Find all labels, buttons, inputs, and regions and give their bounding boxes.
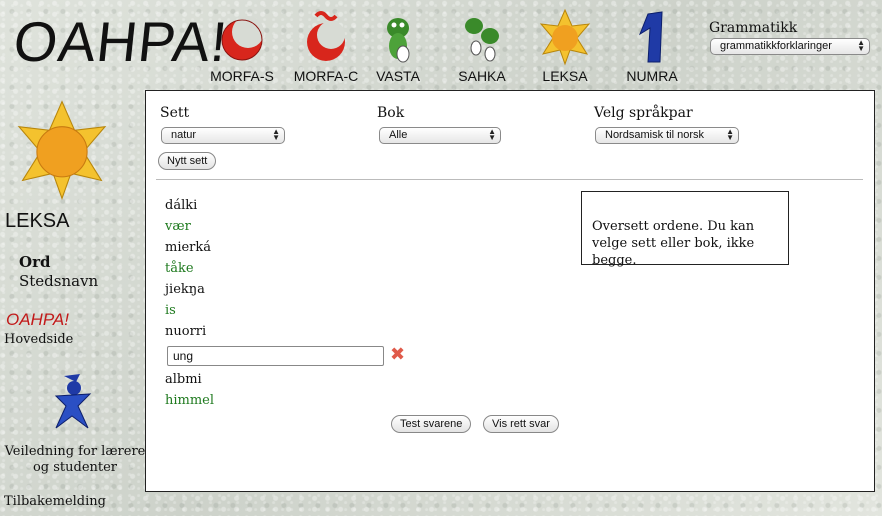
nav-morfa-s[interactable]: MORFA-S: [202, 8, 282, 84]
nav-label: SAHKA: [458, 68, 506, 84]
guide-figure-icon[interactable]: [50, 372, 96, 434]
nav-numra[interactable]: NUMRA: [612, 8, 692, 84]
sun-icon: [539, 8, 591, 66]
bok-select[interactable]: Alle ▲ ▼: [379, 127, 501, 144]
bok-label: Bok: [377, 105, 405, 121]
wrong-answer-icon: ✖: [390, 344, 406, 365]
leksa-sun-icon: [17, 100, 107, 201]
divider: [156, 179, 863, 180]
question-word: jiekŋa: [165, 282, 205, 297]
blue-numeral-icon: [638, 11, 663, 63]
sett-select[interactable]: natur ▲ ▼: [161, 127, 285, 144]
sett-label: Sett: [160, 105, 190, 121]
nav-label: VASTA: [376, 68, 420, 84]
question-word: albmi: [165, 372, 202, 387]
instruction-box: Oversett ordene. Du kan velge sett eller…: [581, 191, 789, 268]
nav-label: NUMRA: [626, 68, 678, 84]
oahpa-small-logo[interactable]: OAHPA!: [6, 310, 69, 330]
select-arrows-icon: ▲ ▼: [272, 127, 280, 142]
nav-label: LEKSA: [542, 68, 588, 84]
oahpa-logo[interactable]: OAHPA!: [11, 10, 231, 73]
red-moon-icon: [221, 16, 264, 61]
question-word: mierká: [165, 240, 212, 255]
question-word: dálki: [165, 198, 198, 213]
answer-word: vær: [165, 219, 191, 234]
language-pair-label: Velg språkpar: [594, 105, 693, 121]
select-arrows-icon: ▲ ▼: [857, 38, 865, 53]
nav-label: MORFA-S: [210, 68, 274, 84]
bok-select-value: Alle: [389, 129, 408, 141]
sidebar-item-stedsnavn[interactable]: Stedsnavn: [19, 272, 98, 290]
grammar-select[interactable]: grammatikkforklaringer ▲ ▼: [710, 38, 870, 55]
green-frog-icon: [387, 18, 410, 63]
language-pair-select[interactable]: Nordsamisk til norsk ▲ ▼: [595, 127, 739, 144]
sett-select-value: natur: [171, 129, 197, 141]
answer-input[interactable]: ung: [167, 346, 384, 366]
red-moon-tilde-icon: [307, 11, 345, 61]
nav-sahka[interactable]: SAHKA: [442, 8, 522, 84]
select-arrows-icon: ▲ ▼: [726, 127, 734, 142]
nav-label: MORFA-C: [293, 68, 359, 84]
show-correct-button[interactable]: Vis rett svar: [483, 415, 559, 433]
answer-word: is: [165, 303, 176, 318]
nav-vasta[interactable]: VASTA: [358, 8, 438, 84]
sidebar-item-ord[interactable]: Ord: [19, 253, 50, 271]
green-frog-walking-icon: [465, 18, 499, 62]
answer-word: himmel: [165, 393, 215, 408]
sidebar-title: LEKSA: [5, 210, 70, 232]
sidebar-link-feedback[interactable]: Tilbakemelding: [4, 494, 106, 509]
sidebar-link-hovedside[interactable]: Hovedside: [4, 332, 73, 347]
new-set-button[interactable]: Nytt sett: [158, 152, 217, 170]
answer-word: tåke: [165, 261, 194, 276]
exercise-panel: Sett natur ▲ ▼ Bok Alle ▲ ▼ Velg språkpar …: [145, 90, 875, 492]
sidebar-link-guide[interactable]: Veiledning for lærere og studenter: [4, 444, 146, 476]
grammar-select-value: grammatikkforklaringer: [720, 40, 832, 52]
question-word: nuorri: [165, 324, 207, 339]
nav-morfa-c[interactable]: MORFA-C: [286, 8, 366, 84]
test-answers-button[interactable]: Test svarene: [391, 415, 472, 433]
language-pair-value: Nordsamisk til norsk: [605, 129, 705, 141]
select-arrows-icon: ▲ ▼: [488, 127, 496, 142]
grammar-label: Grammatikk: [709, 20, 798, 36]
nav-leksa[interactable]: LEKSA: [525, 8, 605, 84]
